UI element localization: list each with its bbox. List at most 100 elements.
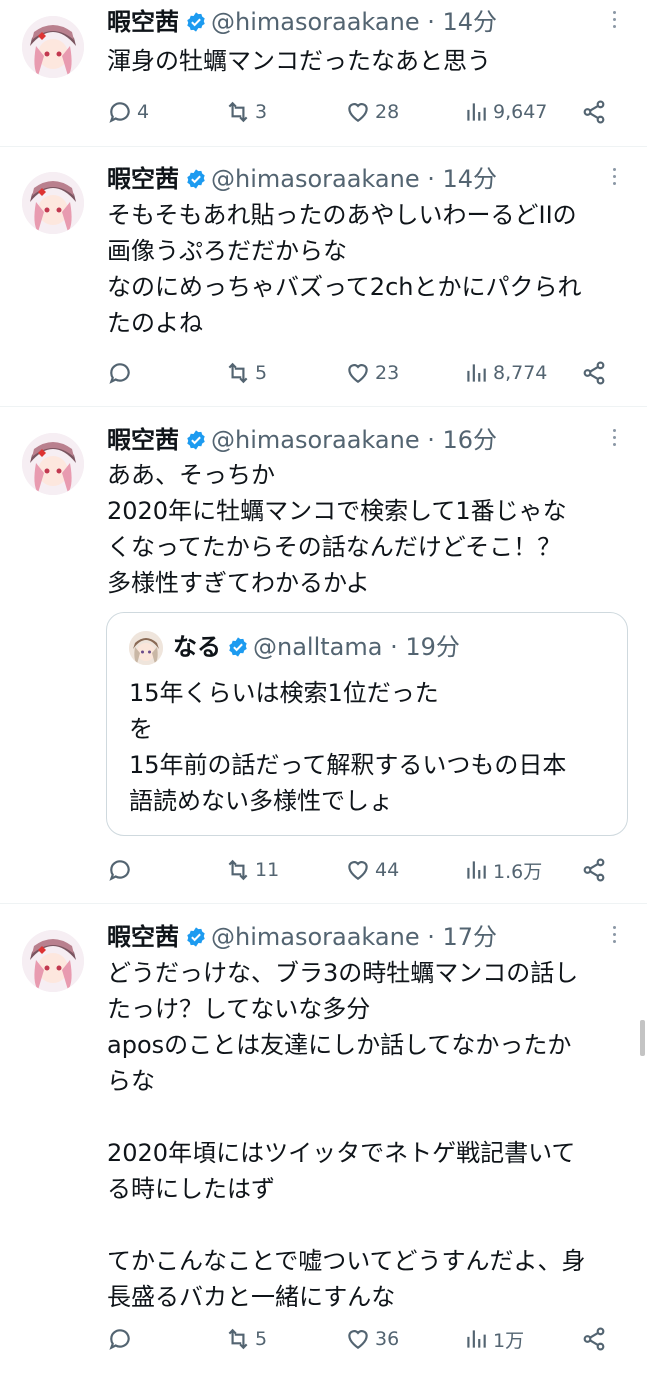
views-icon xyxy=(467,861,486,879)
share-icon xyxy=(583,361,605,385)
quoted-text-line: 語読めない多様性でしょ xyxy=(129,787,393,815)
verified-badge-icon xyxy=(187,430,205,450)
tweet-text-line: なのにめっちゃバズって2chとかにパクられ xyxy=(107,273,582,301)
more-icon[interactable] xyxy=(604,424,624,452)
tweet-text-line: 長盛るバカと一緒にすんな xyxy=(107,1283,396,1311)
retweet-button[interactable]: 11 xyxy=(225,850,279,890)
separator-dot: · xyxy=(427,426,435,454)
tweet-text-line: らな xyxy=(107,1067,155,1095)
like-button[interactable]: 36 xyxy=(345,1319,399,1359)
tweet-text-line: 2020年頃にはツイッタでネトゲ戦記書いて xyxy=(107,1139,576,1167)
timestamp[interactable]: 17分 xyxy=(443,923,498,951)
display-name[interactable]: 暇空茜 xyxy=(107,165,179,193)
like-button[interactable]: 23 xyxy=(345,353,399,393)
reply-count: 4 xyxy=(137,101,150,123)
handle[interactable]: @himasoraakane xyxy=(211,8,420,36)
retweet-button[interactable]: 5 xyxy=(225,1319,267,1359)
quoted-display-name[interactable]: なる xyxy=(173,633,221,661)
separator-dot: · xyxy=(390,633,398,661)
display-name[interactable]: 暇空茜 xyxy=(107,426,179,454)
handle[interactable]: @himasoraakane xyxy=(211,923,420,951)
views-icon xyxy=(467,103,486,121)
tweet-text-line: 画像うぷろだだからな xyxy=(107,237,347,265)
tweet-actions: 5 36 1万 xyxy=(107,1319,627,1359)
tweet-text-line: 多様性すぎてわかるかよ xyxy=(107,569,370,597)
retweet-count: 11 xyxy=(255,859,280,881)
tweet-text-line: る時にしたはず xyxy=(107,1175,275,1203)
scrollbar-thumb[interactable] xyxy=(640,1020,645,1056)
share-icon xyxy=(583,858,605,882)
retweet-count: 3 xyxy=(255,101,268,123)
retweet-icon xyxy=(228,101,248,123)
quoted-avatar[interactable] xyxy=(129,631,163,665)
tweet-text: そもそもあれ貼ったのあやしいわーるどIIの 画像うぷろだだからな なのにめっちゃ… xyxy=(107,197,627,341)
retweet-button[interactable]: 3 xyxy=(225,92,267,132)
quoted-header: なる @nalltama · 19分 xyxy=(173,629,460,665)
views-button[interactable]: 1万 xyxy=(463,1319,524,1359)
separator-dot: · xyxy=(427,165,435,193)
display-name[interactable]: 暇空茜 xyxy=(107,8,179,36)
timestamp[interactable]: 14分 xyxy=(443,165,498,193)
reply-button[interactable] xyxy=(107,353,137,393)
tweet-text-line: たっけ？してないな多分 xyxy=(107,995,371,1023)
more-icon[interactable] xyxy=(604,163,624,191)
tweet-text: どうだっけな、ブラ3の時牡蠣マンコの話し たっけ？してないな多分 aposのこと… xyxy=(107,955,627,1315)
share-button[interactable] xyxy=(581,353,607,393)
retweet-count: 5 xyxy=(255,362,268,384)
timestamp[interactable]: 14分 xyxy=(443,8,498,36)
more-icon[interactable] xyxy=(604,6,624,34)
reply-button[interactable]: 4 xyxy=(107,92,149,132)
view-count: 1万 xyxy=(493,1329,525,1352)
views-button[interactable]: 8,774 xyxy=(463,353,547,393)
like-button[interactable]: 44 xyxy=(345,850,399,890)
tweet-actions: 4 3 28 9,647 xyxy=(107,92,627,132)
reply-icon xyxy=(109,102,130,123)
avatar[interactable] xyxy=(22,433,84,495)
more-icon[interactable] xyxy=(604,921,624,949)
quoted-handle[interactable]: @nalltama xyxy=(253,633,382,661)
tweet-actions: 11 44 1.6万 xyxy=(107,850,627,890)
verified-badge-icon xyxy=(229,637,247,657)
quoted-text-line: を xyxy=(129,715,153,743)
share-button[interactable] xyxy=(581,850,607,890)
views-button[interactable]: 1.6万 xyxy=(463,850,542,890)
like-button[interactable]: 28 xyxy=(345,92,399,132)
tweet-header: 暇空茜 @himasoraakane · 14分 xyxy=(107,4,497,40)
avatar[interactable] xyxy=(22,16,84,78)
retweet-count: 5 xyxy=(255,1328,268,1350)
verified-badge-icon xyxy=(187,169,205,189)
heart-icon xyxy=(348,1330,368,1349)
quoted-tweet[interactable]: なる @nalltama · 19分 15年くらいは検索1位だった を 15年前の… xyxy=(106,612,628,836)
display-name[interactable]: 暇空茜 xyxy=(107,923,179,951)
retweet-icon xyxy=(228,859,248,881)
views-icon xyxy=(467,364,486,382)
view-count: 1.6万 xyxy=(493,860,543,883)
reply-button[interactable] xyxy=(107,1319,137,1359)
tweet-header: 暇空茜 @himasoraakane · 17分 xyxy=(107,919,497,955)
tweet-header: 暇空茜 @himasoraakane · 16分 xyxy=(107,422,497,458)
divider xyxy=(0,146,647,147)
heart-icon xyxy=(348,861,368,880)
handle[interactable]: @himasoraakane xyxy=(211,426,420,454)
retweet-button[interactable]: 5 xyxy=(225,353,267,393)
quoted-text: 15年くらいは検索1位だった を 15年前の話だって解釈するいつもの日本 語読め… xyxy=(129,675,609,819)
view-count: 9,647 xyxy=(493,101,548,123)
views-button[interactable]: 9,647 xyxy=(463,92,547,132)
tweet-text-line: 2020年に牡蠣マンコで検索して1番じゃな xyxy=(107,497,567,525)
quoted-timestamp[interactable]: 19分 xyxy=(405,633,460,661)
avatar[interactable] xyxy=(22,930,84,992)
share-button[interactable] xyxy=(581,92,607,132)
heart-icon xyxy=(348,364,368,383)
tweet-header: 暇空茜 @himasoraakane · 14分 xyxy=(107,161,497,197)
reply-icon xyxy=(109,860,130,881)
tweet-text-line: そもそもあれ貼ったのあやしいわーるどIIの xyxy=(107,201,577,229)
reply-button[interactable] xyxy=(107,850,137,890)
avatar[interactable] xyxy=(22,172,84,234)
tweet-text-line: どうだっけな、ブラ3の時牡蠣マンコの話し xyxy=(107,959,579,987)
verified-badge-icon xyxy=(187,12,205,32)
timestamp[interactable]: 16分 xyxy=(443,426,498,454)
tweet-text-line: たのよね xyxy=(107,309,203,337)
share-button[interactable] xyxy=(581,1319,607,1359)
like-count: 23 xyxy=(375,362,400,384)
handle[interactable]: @himasoraakane xyxy=(211,165,420,193)
